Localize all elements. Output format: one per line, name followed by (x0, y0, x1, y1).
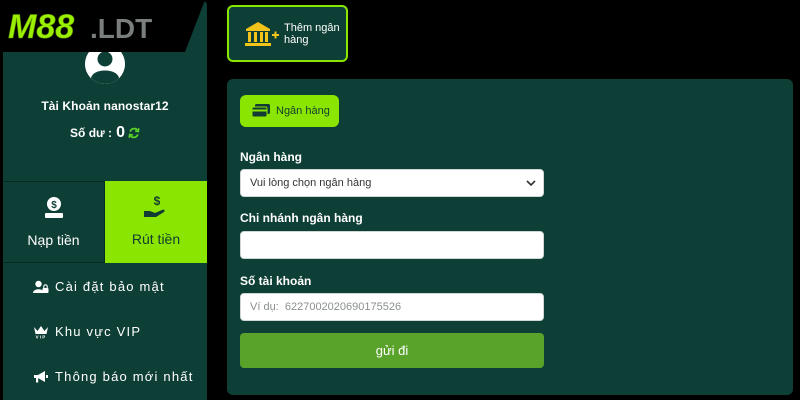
branch-label: Chi nhánh ngân hàng (240, 211, 363, 225)
chevron-down-icon (526, 178, 536, 188)
logo-main: M88 (8, 8, 74, 46)
add-bank-button[interactable]: Thêm ngân hàng (227, 5, 348, 62)
branch-input[interactable] (240, 231, 544, 259)
tab-bank[interactable]: Ngân hàng (240, 95, 339, 127)
sidebar-item-security[interactable]: Cài đặt bảo mật (3, 264, 207, 309)
submit-button[interactable]: gửi đi (240, 333, 544, 368)
account-number-input[interactable] (240, 293, 544, 321)
logo-suffix: .LDT (90, 13, 152, 44)
bank-form-panel: Ngân hàng Ngân hàng Vui lòng chọn ngân h… (227, 79, 793, 395)
balance-label: Số dư : (70, 126, 113, 140)
withdraw-icon: $ (143, 195, 169, 219)
bank-label: Ngân hàng (240, 150, 302, 164)
vip-crown-icon: VIP (33, 325, 49, 339)
sidebar-item-label: Khu vực VIP (55, 324, 142, 339)
sidebar-item-news[interactable]: Thông báo mới nhất (3, 354, 207, 399)
svg-text:$: $ (51, 200, 57, 211)
tab-label: Ngân hàng (276, 105, 330, 117)
balance: Số dư : 0 (3, 124, 207, 142)
sidebar-item-label: Thông báo mới nhất (55, 369, 194, 384)
bank-plus-icon (244, 20, 280, 48)
bank-select-value: Vui lòng chọn ngân hàng (250, 177, 372, 189)
wallet-actions: $ Nạp tiền $ Rút tiền (3, 181, 207, 263)
bank-select[interactable]: Vui lòng chọn ngân hàng (240, 169, 544, 197)
deposit-label: Nạp tiền (27, 232, 80, 248)
svg-text:VIP: VIP (36, 334, 47, 338)
sidebar-item-label: Cài đặt bảo mật (55, 279, 165, 294)
withdraw-label: Rút tiền (131, 231, 181, 247)
sidebar-menu: Cài đặt bảo mật VIP Khu vực VIP Thông bá… (3, 264, 207, 399)
sidebar-item-vip[interactable]: VIP Khu vực VIP (3, 309, 207, 354)
add-bank-label: Thêm ngân hàng (284, 21, 340, 46)
balance-value: 0 (116, 124, 125, 141)
withdraw-button[interactable]: $ Rút tiền (105, 181, 207, 263)
svg-text:$: $ (154, 195, 161, 208)
deposit-icon: $ (42, 196, 66, 220)
sidebar: Tài Khoản nanostar12 Số dư : 0 $ Nạp tiề… (3, 0, 207, 400)
megaphone-icon (33, 370, 49, 384)
account-number-label: Số tài khoản (240, 274, 312, 288)
user-lock-icon (33, 280, 49, 294)
site-logo[interactable]: M88 .LDT (0, 0, 205, 52)
card-icon (251, 103, 271, 119)
deposit-button[interactable]: $ Nạp tiền (3, 181, 105, 263)
account-name: Tài Khoản nanostar12 (41, 99, 169, 113)
refresh-icon[interactable] (128, 127, 140, 139)
